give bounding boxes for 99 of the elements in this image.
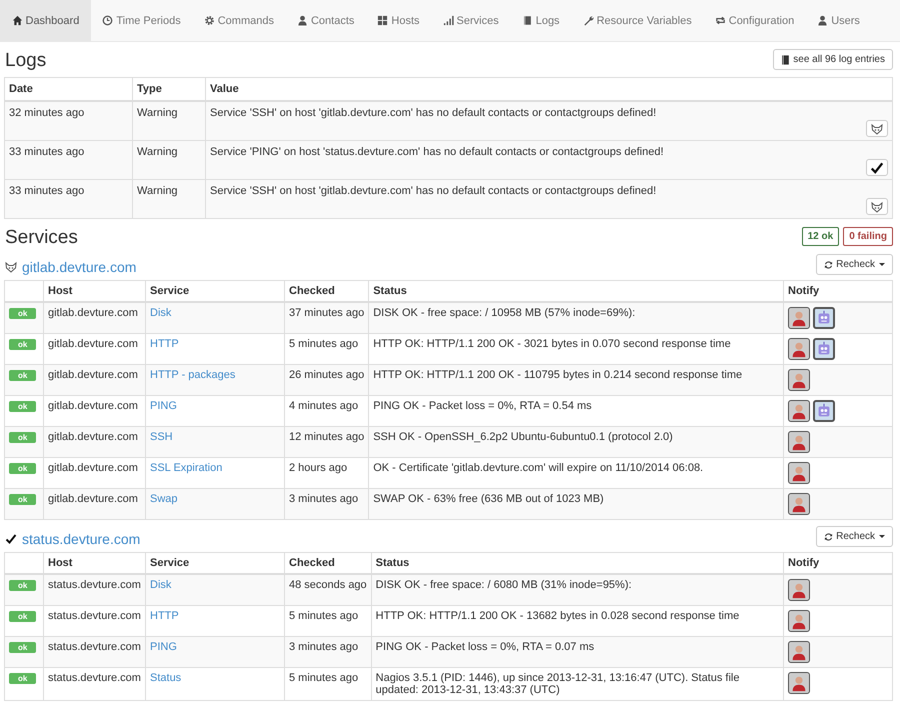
status-label: ok <box>9 370 36 381</box>
caret-icon <box>879 263 885 266</box>
person-icon <box>817 15 828 26</box>
status-label: ok <box>9 642 36 653</box>
nav-tab[interactable]: Time Periods <box>90 0 192 41</box>
robot-avatar-icon <box>813 338 835 360</box>
status-label: ok <box>9 611 36 622</box>
service-link[interactable]: Disk <box>150 579 172 591</box>
cat-face-icon <box>866 198 888 215</box>
host-link[interactable]: gitlab.devture.com <box>22 259 136 275</box>
book-icon <box>781 54 790 64</box>
service-link[interactable]: SSH <box>150 431 173 443</box>
nav-tab[interactable]: Users <box>806 0 872 41</box>
table-cell: status.devture.com <box>44 574 146 606</box>
see-all-logs-button[interactable]: see all 96 log entries <box>773 49 893 70</box>
nav-tab[interactable]: Logs <box>510 0 572 41</box>
avatar-placeholder <box>788 307 810 329</box>
clock-icon <box>102 15 114 26</box>
status-label: ok <box>9 432 36 443</box>
avatar-placeholder <box>788 672 810 694</box>
avatar-placeholder <box>788 493 810 515</box>
refresh-icon <box>824 260 834 270</box>
avatar-placeholder <box>788 579 810 601</box>
nav-tab[interactable]: Contacts <box>285 0 366 41</box>
table-cell: gitlab.devture.com <box>44 488 146 520</box>
host-link[interactable]: status.devture.com <box>22 531 140 547</box>
avatar-placeholder <box>788 369 810 391</box>
log-message: Service 'SSH' on host 'gitlab.devture.com' has no default contacts or contactgroups defined! <box>210 107 656 119</box>
service-link[interactable]: PING <box>150 641 177 653</box>
table-cell: 5 minutes ago <box>284 668 372 700</box>
table-cell: Nagios 3.5.1 (PID: 1446), up since 2013-12-31, 13:16:47 (UTC). Status file updated: 2013-12-31, 13:43:37 (UTC) <box>371 668 784 700</box>
service-link[interactable]: Status <box>150 672 182 684</box>
table-cell: 26 minutes ago <box>284 364 369 396</box>
checkmark-icon <box>866 159 888 176</box>
nav-tab[interactable]: Resource Variables <box>571 0 704 41</box>
table-cell: 12 minutes ago <box>284 426 369 458</box>
status-label: ok <box>9 673 36 684</box>
table-cell: DISK OK - free space: / 6080 MB (31% inode=95%): <box>371 574 784 606</box>
table-cell: 37 minutes ago <box>284 302 369 334</box>
table-cell: SWAP OK - 63% free (636 MB out of 1023 MB) <box>368 488 784 520</box>
avatar-placeholder <box>788 338 810 360</box>
avatar-placeholder <box>788 400 810 422</box>
recheck-button[interactable]: Recheck <box>816 526 893 547</box>
nav-tab[interactable]: Hosts <box>366 0 432 41</box>
status-label: ok <box>9 463 36 474</box>
table-cell: PING OK - Packet loss = 0%, RTA = 0.07 ms <box>371 636 784 668</box>
table-cell: DISK OK - free space: / 10958 MB (57% inode=69%): <box>368 302 784 334</box>
failing-count-badge: 0 failing <box>843 227 893 246</box>
table-cell: HTTP OK: HTTP/1.1 200 OK - 110795 bytes in 0.214 second response time <box>368 364 784 396</box>
checkmark-icon <box>5 533 17 545</box>
robot-avatar-icon <box>813 307 835 329</box>
service-link[interactable]: PING <box>150 400 177 412</box>
table-cell: 48 seconds ago <box>284 574 372 606</box>
table-cell: gitlab.devture.com <box>44 426 146 458</box>
log-message: Service 'SSH' on host 'gitlab.devture.com' has no default contacts or contactgroups defined! <box>210 185 656 197</box>
table-cell: status.devture.com <box>44 636 146 668</box>
ok-count-badge: 12 ok <box>802 227 840 246</box>
home-icon <box>12 15 22 26</box>
status-label: ok <box>9 494 36 505</box>
services-heading: Services <box>5 227 78 249</box>
avatar-placeholder <box>788 431 810 453</box>
cat-face-icon <box>5 261 17 273</box>
avatar-placeholder <box>788 462 810 484</box>
refresh-icon <box>824 532 834 542</box>
table-cell: SSH OK - OpenSSH_6.2p2 Ubuntu-6ubuntu0.1 (protocol 2.0) <box>368 426 784 458</box>
wrench-icon <box>582 15 594 26</box>
logs-heading: Logs <box>5 50 46 72</box>
caret-icon <box>879 535 885 538</box>
nav-tab[interactable]: Services <box>431 0 510 41</box>
table-cell: status.devture.com <box>44 668 146 700</box>
status-label: ok <box>9 339 36 350</box>
service-link[interactable]: HTTP <box>150 338 179 350</box>
avatar-placeholder <box>788 610 810 632</box>
status-label: ok <box>9 308 36 319</box>
service-link[interactable]: Swap <box>150 493 178 505</box>
table-cell: 3 minutes ago <box>284 488 369 520</box>
table-cell: 33 minutes ago <box>4 180 132 218</box>
table-cell: 3 minutes ago <box>284 636 372 668</box>
bar-chart-icon <box>442 15 454 26</box>
status-label: ok <box>9 580 36 591</box>
table-cell: Warning <box>132 180 206 218</box>
service-link[interactable]: HTTP <box>150 610 179 622</box>
cat-face-icon <box>866 120 888 137</box>
robot-avatar-icon <box>813 400 835 422</box>
recheck-button[interactable]: Recheck <box>816 254 893 275</box>
table-cell: gitlab.devture.com <box>44 302 146 334</box>
status-label: ok <box>9 401 36 412</box>
nav-tab[interactable]: Dashboard <box>0 0 91 41</box>
nav-tab[interactable]: Configuration <box>703 0 806 41</box>
nav-tab[interactable]: Commands <box>192 0 286 41</box>
book-icon <box>522 15 533 26</box>
grid-icon <box>377 15 388 26</box>
swap-arrows-icon <box>714 15 726 26</box>
person-icon <box>296 15 308 26</box>
avatar-placeholder <box>788 641 810 663</box>
log-message: Service 'PING' on host 'status.devture.com' has no default contacts or contactgroups defined! <box>210 146 664 158</box>
table-cell: gitlab.devture.com <box>44 364 146 396</box>
gear-icon <box>204 15 215 26</box>
service-link[interactable]: Disk <box>150 307 172 319</box>
